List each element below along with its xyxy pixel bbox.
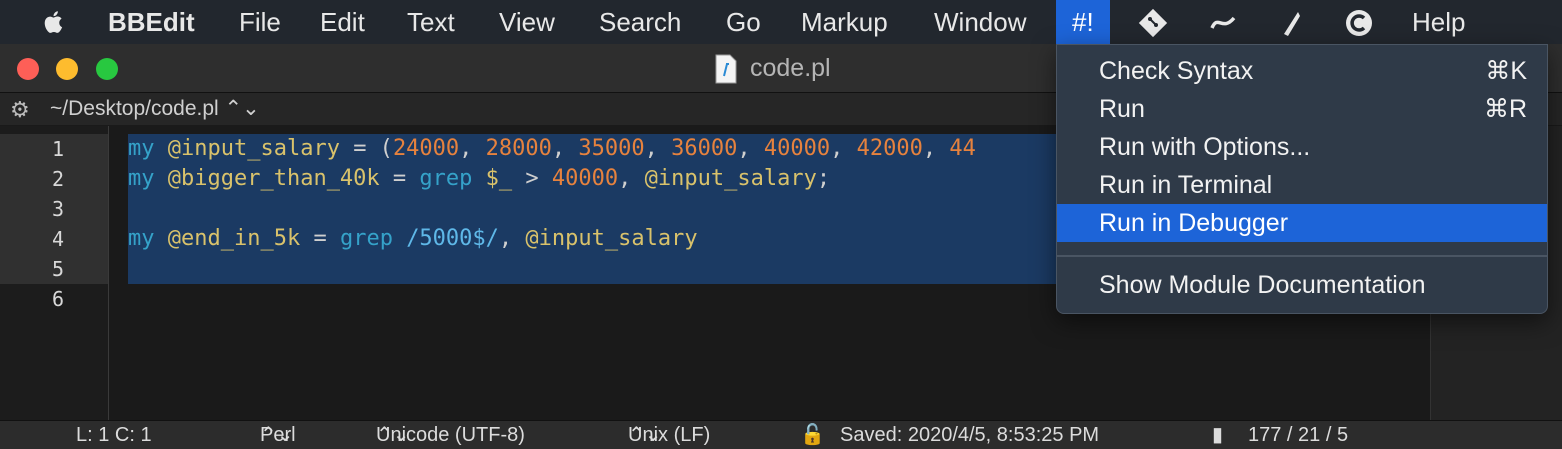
document-stats-icon: ▮ [1212, 424, 1224, 446]
code-line-2[interactable]: my @bigger_than_40k = grep $_ > 40000, @… [128, 164, 830, 194]
line-gutter: 1 2 3 4 5 6 [0, 126, 109, 420]
menu-text[interactable]: Text [407, 0, 455, 44]
document-counts: 177 / 21 / 5 [1248, 424, 1349, 446]
menu-bar: BBEdit File Edit Text View Search Go Mar… [0, 0, 1562, 44]
chevron-updown-icon: ⌃⌄ [224, 97, 260, 120]
file-path-label: ~/Desktop/code.pl [50, 97, 219, 120]
menu-go[interactable]: Go [726, 0, 761, 44]
menu-item-label: Run with Options... [1099, 133, 1311, 161]
close-button[interactable] [17, 58, 39, 80]
menu-item-run-in-debugger[interactable]: Run in Debugger [1057, 204, 1547, 242]
menu-app-name[interactable]: BBEdit [108, 0, 195, 44]
chevron-updown-icon: ⌃⌄ [376, 424, 410, 446]
window-title: code.pl [750, 54, 831, 82]
menu-separator [1057, 255, 1547, 257]
menu-view[interactable]: View [499, 0, 555, 44]
menu-help[interactable]: Help [1412, 0, 1465, 44]
cursor-position[interactable]: L: 1 C: 1 [76, 421, 152, 449]
zoom-button[interactable] [96, 58, 118, 80]
menu-file[interactable]: File [239, 0, 281, 44]
menu-window[interactable]: Window [934, 0, 1026, 44]
gear-icon[interactable]: ⚙ [10, 97, 30, 123]
code-line-1[interactable]: my @input_salary = (24000, 28000, 35000,… [128, 134, 976, 164]
menu-item-show-module-documentation[interactable]: Show Module Documentation [1057, 266, 1547, 304]
menu-item-label: Run in Debugger [1099, 209, 1289, 237]
minimize-button[interactable] [56, 58, 78, 80]
menu-item-run-in-terminal[interactable]: Run in Terminal [1057, 166, 1547, 204]
line-number: 2 [51, 167, 64, 191]
document-icon [715, 54, 737, 84]
line-number: 1 [51, 137, 64, 161]
chevron-updown-icon: ⌃⌄ [260, 424, 294, 446]
line-number: 3 [51, 197, 64, 221]
scripts-icon[interactable] [1276, 8, 1306, 38]
menu-markup[interactable]: Markup [801, 0, 888, 44]
clippings-icon[interactable] [1344, 8, 1374, 38]
git-icon[interactable] [1138, 8, 1168, 38]
apple-icon[interactable] [40, 8, 68, 36]
menu-item-label: Run [1099, 95, 1145, 123]
script-icon[interactable] [1208, 8, 1238, 38]
file-path[interactable]: ~/Desktop/code.pl ⌃⌄ [50, 93, 260, 125]
menu-item-label: Run in Terminal [1099, 171, 1273, 199]
code-line-4[interactable]: my @end_in_5k = grep /5000$/, @input_sal… [128, 224, 698, 254]
saved-status: Saved: 2020/4/5, 8:53:25 PM [840, 424, 1100, 446]
menu-item-shortcut: ⌘K [1485, 57, 1527, 85]
menu-item-label: Show Module Documentation [1099, 271, 1426, 299]
line-number: 5 [51, 257, 64, 281]
line-number: 4 [51, 227, 64, 251]
menu-edit[interactable]: Edit [320, 0, 365, 44]
menu-item-label: Check Syntax [1099, 57, 1254, 85]
line-number: 6 [51, 287, 64, 311]
lock-icon[interactable]: 🔓 [800, 421, 825, 449]
menu-item-run[interactable]: Run ⌘R [1057, 90, 1547, 128]
shebang-menu: Check Syntax ⌘K Run ⌘R Run with Options.… [1056, 44, 1548, 314]
menu-shebang[interactable]: #! [1056, 0, 1110, 44]
status-bar: L: 1 C: 1 Perl ⌃⌄ Unicode (UTF-8) ⌃⌄ Uni… [0, 420, 1562, 449]
menu-search[interactable]: Search [599, 0, 681, 44]
menu-item-shortcut: ⌘R [1483, 95, 1527, 123]
chevron-updown-icon: ⌃⌄ [628, 424, 662, 446]
menu-item-run-with-options[interactable]: Run with Options... [1057, 128, 1547, 166]
menu-item-check-syntax[interactable]: Check Syntax ⌘K [1057, 52, 1547, 90]
